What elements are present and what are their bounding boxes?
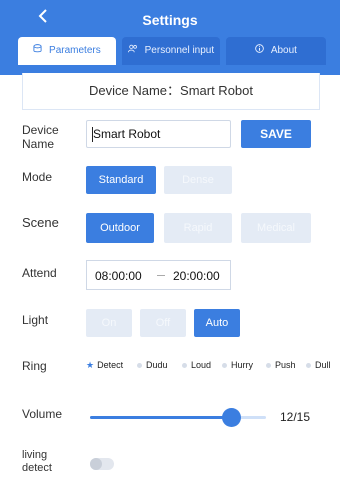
ring-option-label: Loud (191, 360, 212, 370)
ring-option-label: Detect (97, 360, 124, 370)
ring-option-label: Dull (315, 360, 331, 370)
ring-option-hurry[interactable]: Hurry (222, 360, 253, 370)
ring-option-detect[interactable]: ★ Detect (86, 360, 123, 371)
attend-time-range[interactable]: 08:00:00 20:00:00 (86, 260, 231, 290)
app-header: Settings Parameters Personnel input Abou… (0, 0, 340, 75)
scene-label: Scene (22, 215, 59, 230)
page-title: Settings (142, 12, 198, 28)
star-icon: ★ (86, 360, 95, 370)
tab-about[interactable]: About (226, 37, 326, 65)
tab-label: Parameters (49, 45, 101, 56)
mode-label: Mode (22, 170, 53, 184)
volume-label: Volume (22, 407, 63, 421)
time-separator (157, 275, 165, 276)
ring-option-label: Hurry (231, 360, 253, 370)
ring-option-loud[interactable]: Loud (182, 360, 211, 370)
living-detect-label: living detect (22, 449, 52, 474)
ring-option-label: Dudu (146, 360, 168, 370)
tab-parameters[interactable]: Parameters (18, 37, 116, 65)
ring-option-dull[interactable]: Dull (306, 360, 331, 370)
ring-label: Ring (22, 359, 47, 373)
ring-options: ★ Detect Dudu Loud Hurry Push Dull (86, 360, 336, 374)
radio-dot-icon (306, 363, 311, 369)
volume-slider[interactable] (90, 408, 266, 427)
scene-medical-button[interactable]: Medical (241, 213, 311, 243)
save-button[interactable]: SAVE (241, 120, 311, 148)
attend-end-time[interactable]: 20:00:00 (173, 269, 220, 283)
tab-bar: Parameters Personnel input About (18, 37, 326, 65)
volume-value: 12/15 (280, 410, 311, 424)
scene-rapid-button[interactable]: Rapid (164, 213, 232, 243)
light-label: Light (22, 313, 49, 327)
ring-option-label: Push (275, 360, 296, 370)
radio-dot-icon (137, 363, 142, 369)
device-name-label-text: Device Name (22, 123, 59, 151)
ring-option-dudu[interactable]: Dudu (137, 360, 168, 370)
light-auto-button[interactable]: Auto (194, 309, 240, 337)
living-detect-toggle[interactable] (90, 458, 114, 470)
tab-label: Personnel input (144, 45, 215, 56)
people-icon (127, 44, 141, 56)
attend-start-time[interactable]: 08:00:00 (95, 269, 142, 283)
database-icon (33, 44, 45, 56)
info-icon (255, 44, 267, 56)
tab-label: About (270, 45, 297, 56)
device-name-input[interactable]: Smart Robot (86, 120, 231, 148)
scene-outdoor-button[interactable]: Outdoor (86, 213, 154, 243)
device-name-label: Device Name (22, 123, 59, 151)
attend-label: Attend (22, 266, 57, 280)
radio-dot-icon (222, 363, 227, 369)
light-off-button[interactable]: Off (140, 309, 186, 337)
ring-option-push[interactable]: Push (266, 360, 296, 370)
light-on-button[interactable]: On (86, 309, 132, 337)
device-name-display: Device Name：Smart Robot (22, 73, 320, 110)
radio-dot-icon (266, 363, 271, 369)
mode-standard-button[interactable]: Standard (86, 166, 156, 194)
volume-slider-fill (90, 416, 231, 419)
mode-dense-button[interactable]: Dense (164, 166, 232, 194)
tab-personnel-input[interactable]: Personnel input (122, 37, 220, 65)
toggle-knob (90, 458, 102, 470)
radio-dot-icon (182, 363, 187, 369)
volume-slider-thumb[interactable] (221, 408, 241, 427)
